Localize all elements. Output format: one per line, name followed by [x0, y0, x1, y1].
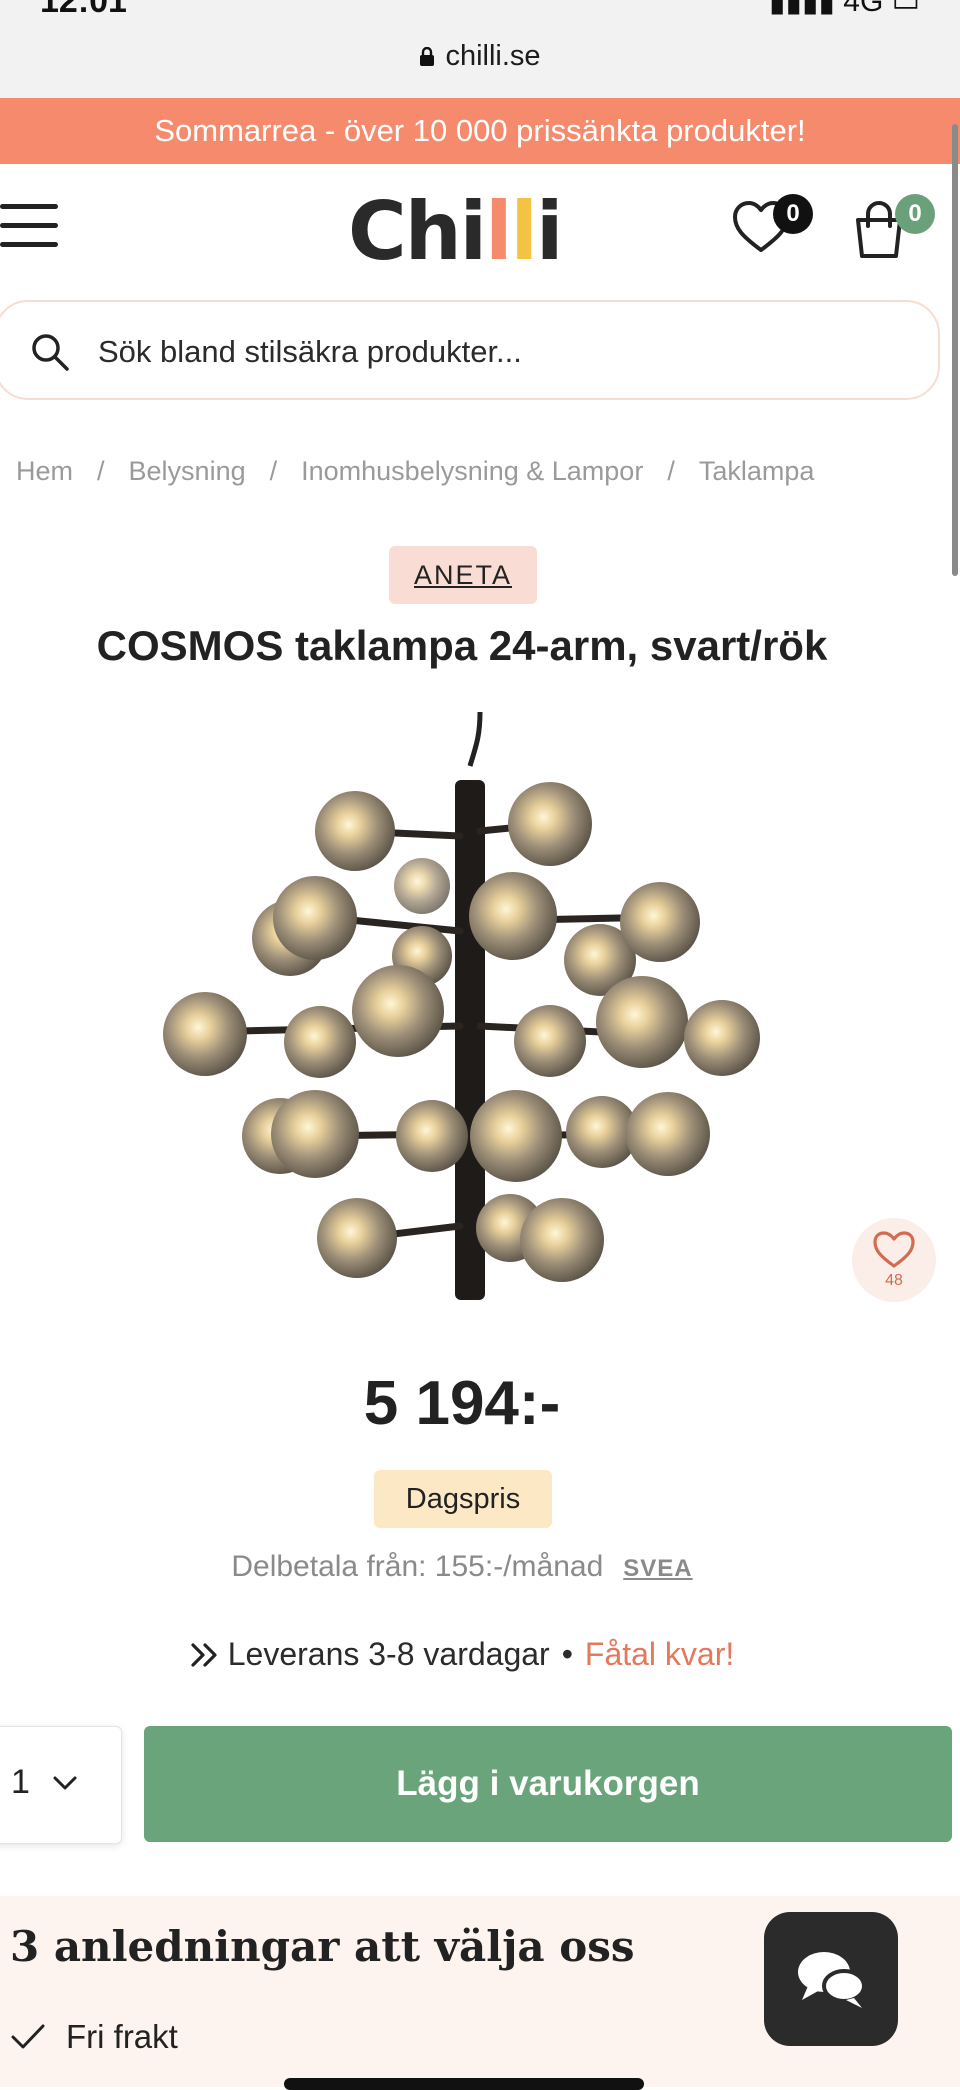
- search-icon[interactable]: [30, 332, 70, 372]
- status-time: 12:01: [40, 0, 127, 20]
- quantity-value: 1: [11, 1763, 30, 1801]
- browser-chrome: 12:01 ▮▮▮▮ 4G ▭ chilli.se: [0, 0, 960, 100]
- product-title: COSMOS taklampa 24-arm, svart/rök: [96, 622, 828, 669]
- product-image[interactable]: [150, 706, 780, 1306]
- search-input[interactable]: [96, 326, 900, 378]
- reasons-title: 3 anledningar att välja oss: [10, 1922, 635, 1971]
- delivery-text: Leverans 3-8 vardagar: [227, 1636, 550, 1672]
- menu-icon[interactable]: [0, 204, 60, 250]
- status-indicators: ▮▮▮▮ 4G ▭: [769, 0, 920, 19]
- favorite-button[interactable]: 48: [852, 1218, 936, 1302]
- scrollbar[interactable]: [952, 124, 958, 576]
- chat-icon: [798, 1952, 866, 2008]
- logo[interactable]: Chilli: [348, 185, 563, 278]
- search-bar[interactable]: [0, 300, 940, 400]
- breadcrumb-home[interactable]: Hem: [16, 456, 73, 486]
- breadcrumb-separator: /: [269, 456, 278, 486]
- logo-text-end: i: [535, 185, 563, 278]
- breadcrumb: Hem / Belysning / Inomhusbelysning & Lampor /…: [16, 456, 814, 487]
- promo-banner[interactable]: Sommarrea - över 10 000 prissänkta produ…: [0, 98, 960, 164]
- signal-icon: ▮▮▮▮: [768, 0, 835, 18]
- bullet-separator: •: [561, 1636, 573, 1672]
- breadcrumb-separator: /: [667, 456, 675, 486]
- lock-icon: [420, 47, 435, 66]
- quantity-select[interactable]: 1: [0, 1726, 122, 1844]
- breadcrumb-belysning[interactable]: Belysning: [129, 456, 246, 486]
- url-text: chilli.se: [445, 40, 541, 72]
- address-bar[interactable]: chilli.se: [0, 40, 960, 73]
- reason-item: Fri frakt: [10, 2018, 178, 2056]
- stock-warning: Fåtal kvar!: [584, 1636, 735, 1672]
- add-to-cart-button[interactable]: Lägg i varukorgen: [144, 1726, 952, 1842]
- installment-info: Delbetala från: 155:-/månad SVEA: [0, 1550, 924, 1584]
- favorite-count: 48: [885, 1272, 903, 1289]
- breadcrumb-separator: /: [97, 456, 105, 486]
- brand-tag[interactable]: ANETA: [389, 546, 537, 604]
- home-indicator[interactable]: [284, 2078, 644, 2090]
- logo-letter-yellow: l: [510, 185, 538, 278]
- price-badge: Dagspris: [374, 1470, 552, 1528]
- installment-provider-link[interactable]: SVEA: [623, 1555, 692, 1582]
- chat-button[interactable]: [764, 1912, 898, 2046]
- chevron-down-icon: [53, 1776, 77, 1790]
- cart-count-badge: 0: [895, 194, 935, 234]
- logo-text-start: Chi: [348, 185, 487, 278]
- heart-icon: [873, 1231, 915, 1268]
- network-label: 4G: [843, 0, 884, 18]
- delivery-info: Leverans 3-8 vardagar • Fåtal kvar!: [0, 1636, 924, 1673]
- installment-text: Delbetala från: 155:-/månad: [231, 1550, 604, 1583]
- logo-letter-orange: l: [485, 185, 512, 278]
- breadcrumb-taklampa[interactable]: Taklampa: [699, 456, 815, 486]
- check-icon: [11, 2024, 45, 2049]
- product-price: 5 194:-: [363, 1369, 561, 1438]
- wishlist-count-badge: 0: [773, 194, 813, 234]
- reason-text: Fri frakt: [66, 2018, 178, 2055]
- double-chevron-icon: [191, 1643, 217, 1667]
- battery-icon: ▭: [891, 0, 920, 18]
- breadcrumb-inomhusbelysning[interactable]: Inomhusbelysning & Lampor: [301, 456, 643, 486]
